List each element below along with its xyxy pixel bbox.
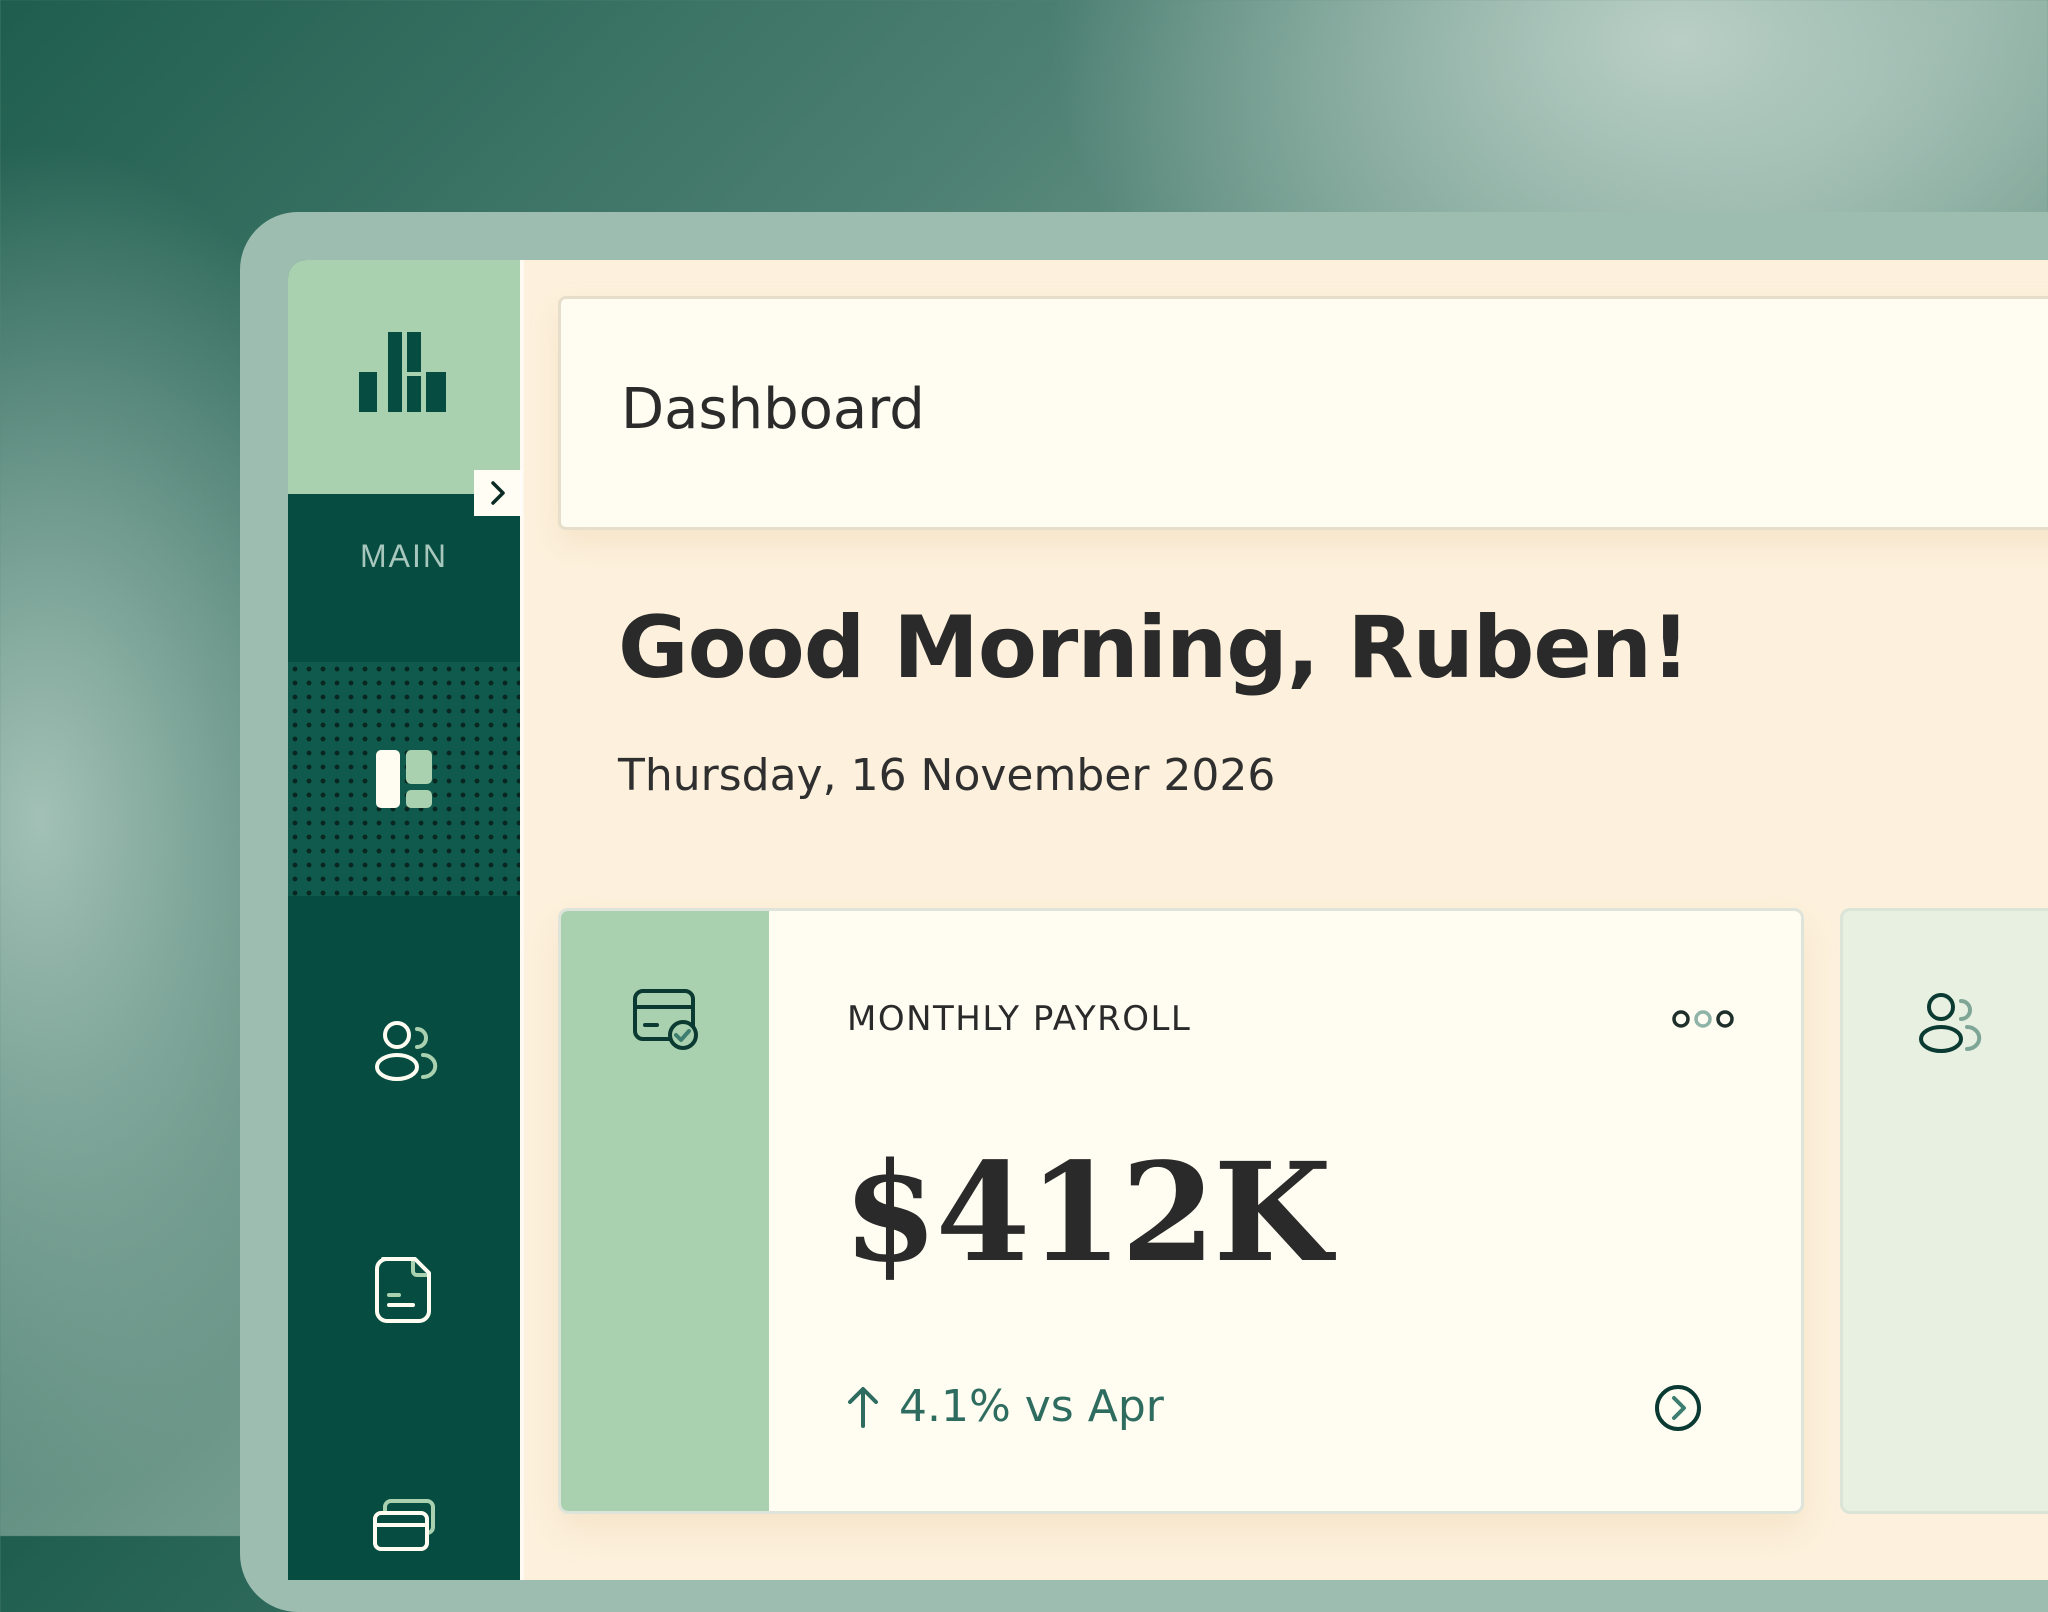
card-value: $412K: [843, 1133, 1332, 1293]
chevron-circle-right-icon: [1655, 1385, 1701, 1431]
sidebar-item-employees[interactable]: [288, 950, 520, 1150]
more-dots-icon: [1672, 1010, 1734, 1028]
cards-icon: [373, 1499, 435, 1551]
card-more-button[interactable]: [1671, 1007, 1735, 1035]
page-header: Dashboard: [558, 296, 2048, 530]
card-label: MONTHLY PAYROLL: [847, 999, 1192, 1039]
monthly-payroll-card: MONTHLY PAYROLL $412K 4.1% vs Apr: [558, 908, 1804, 1514]
card-trend: 4.1% vs Apr: [845, 1381, 1164, 1432]
page-title: Dashboard: [621, 377, 925, 442]
card-trend-text: 4.1% vs Apr: [899, 1381, 1164, 1432]
sidebar-item-documents[interactable]: [288, 1190, 520, 1390]
sidebar-section-label: MAIN: [360, 538, 448, 574]
arrow-up-icon: [848, 1386, 878, 1428]
chevron-right-icon: [491, 481, 505, 505]
dashboard-icon: [376, 750, 432, 808]
card-details-button[interactable]: [1653, 1383, 1703, 1437]
users-icon: [375, 1021, 438, 1081]
sidebar-item-payments[interactable]: [288, 1430, 520, 1580]
users-icon: [1919, 993, 1982, 1053]
employees-card: [1840, 908, 2048, 1514]
sidebar-item-dashboard[interactable]: [288, 662, 520, 896]
card-icon-strip: [561, 911, 769, 1511]
document-icon: [375, 1257, 431, 1323]
sidebar-toggle-button[interactable]: [474, 470, 522, 516]
sidebar-divider: [520, 260, 524, 1580]
app-logo-icon: [359, 332, 446, 412]
credit-card-check-icon: [633, 989, 698, 1050]
sidebar: MAIN: [288, 260, 522, 1580]
app-screen: MAIN Dashboard Good Morning, Ruben! Thur…: [288, 260, 2048, 1580]
current-date: Thursday, 16 November 2026: [618, 750, 1276, 801]
greeting-heading: Good Morning, Ruben!: [618, 598, 1690, 698]
logo-area: [288, 260, 520, 494]
